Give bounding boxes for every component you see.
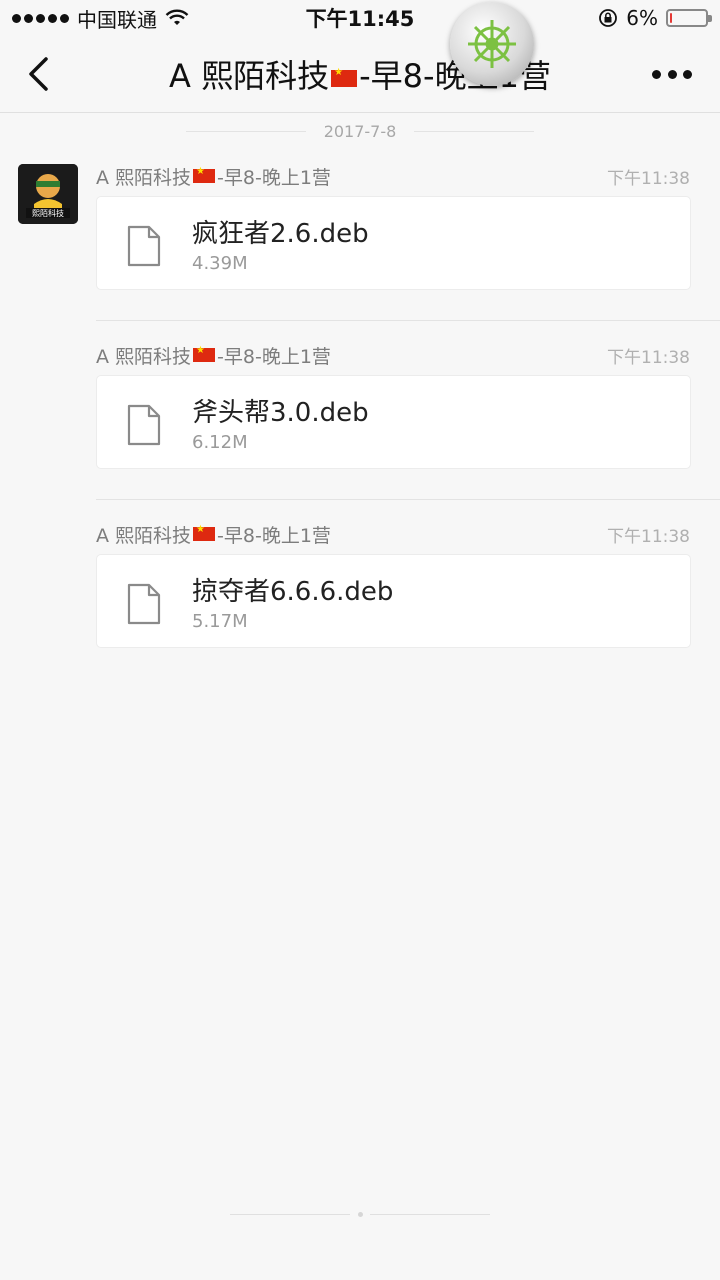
sender-prefix: A 熙陌科技 [96, 524, 192, 547]
ship-wheel-icon [468, 20, 516, 68]
file-card[interactable]: 斧头帮3.0.deb 6.12M [96, 375, 691, 469]
file-size: 6.12M [192, 432, 248, 453]
sender-name: A 熙陌科技 -早8-晚上1营 [96, 164, 331, 189]
status-bar: 中国联通 下午11:45 6% [0, 0, 720, 36]
sender-suffix: -早8-晚上1营 [217, 345, 331, 368]
china-flag-icon [193, 166, 216, 183]
file-name: 疯狂者2.6.deb [192, 219, 369, 249]
file-name: 掠夺者6.6.6.deb [192, 577, 394, 607]
divider-line [185, 130, 306, 132]
wifi-icon [165, 9, 189, 25]
sender-suffix: -早8-晚上1营 [217, 166, 331, 189]
message-divider [96, 320, 720, 321]
battery-icon [666, 9, 712, 27]
sender-prefix: A 熙陌科技 [96, 345, 192, 368]
avatar-text: 熙陌科技 [32, 208, 64, 218]
signal-strength-icon [12, 13, 69, 23]
file-card[interactable]: 疯狂者2.6.deb 4.39M [96, 196, 691, 290]
message-time: 下午11:38 [607, 527, 690, 547]
page-indicator [230, 1211, 490, 1217]
message-time: 下午11:38 [607, 169, 690, 189]
china-flag-icon [193, 524, 216, 541]
chevron-left-icon [29, 57, 48, 91]
status-left: 中国联通 [12, 4, 189, 33]
nav-divider [0, 112, 720, 113]
file-card[interactable]: 掠夺者6.6.6.deb 5.17M [96, 554, 691, 648]
file-size: 4.39M [192, 253, 248, 274]
indicator-line [230, 1213, 350, 1215]
document-icon [127, 225, 161, 267]
file-size: 5.17M [192, 611, 248, 632]
indicator-dot [357, 1211, 363, 1217]
document-icon [127, 404, 161, 446]
rotation-lock-icon [599, 9, 618, 27]
indicator-line [370, 1213, 490, 1215]
back-button[interactable] [18, 54, 58, 94]
more-dot [683, 69, 692, 79]
nav-bar: A 熙陌科技-早8-晚上1营 [0, 36, 720, 112]
china-flag-icon [331, 67, 358, 87]
sender-name: A 熙陌科技 -早8-晚上1营 [96, 343, 331, 368]
sender-name: A 熙陌科技 -早8-晚上1营 [96, 522, 331, 547]
sender-prefix: A 熙陌科技 [96, 166, 192, 189]
more-button[interactable] [652, 64, 692, 84]
document-icon [127, 583, 161, 625]
avatar[interactable]: 熙陌科技 [18, 164, 78, 224]
divider-line [414, 130, 535, 132]
battery-percent: 6% [626, 6, 658, 30]
message-time: 下午11:38 [607, 348, 690, 368]
date-separator: 2017-7-8 [0, 120, 720, 142]
page-title-prefix: A 熙陌科技 [169, 57, 330, 95]
file-name: 斧头帮3.0.deb [192, 398, 369, 428]
more-dot [667, 69, 677, 79]
sender-suffix: -早8-晚上1营 [217, 524, 331, 547]
assistive-wheel-button[interactable] [450, 2, 534, 86]
more-dot [652, 69, 661, 79]
status-right: 6% [598, 6, 712, 30]
message-divider [96, 499, 720, 500]
avatar-image: 熙陌科技 [18, 164, 78, 224]
battery-level-fill [670, 13, 672, 23]
carrier-label: 中国联通 [77, 7, 157, 32]
china-flag-icon [193, 345, 216, 362]
date-label: 2017-7-8 [323, 121, 397, 141]
